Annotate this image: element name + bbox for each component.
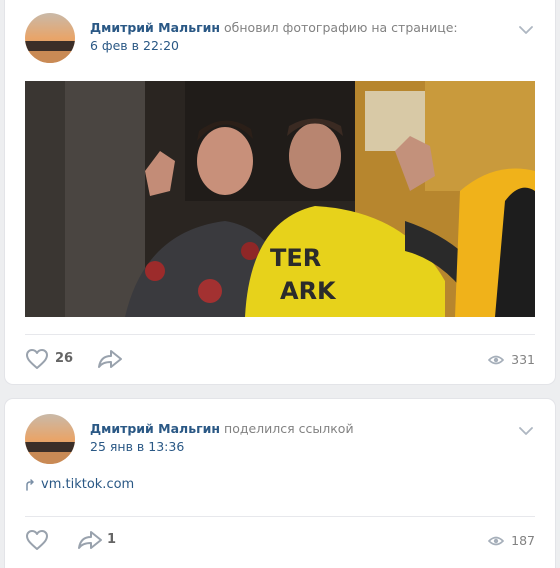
post-header: Дмитрий Мальгин поделился ссылкой [90, 421, 354, 437]
views-counter: 187 [488, 533, 535, 548]
svg-text:TER: TER [270, 244, 321, 272]
post-photo[interactable]: TER ARK [25, 81, 535, 317]
heart-icon[interactable] [25, 348, 49, 370]
link-arrow-icon [26, 478, 34, 491]
share-count[interactable]: 1 [107, 532, 116, 547]
post-date[interactable]: 25 янв в 13:36 [90, 439, 184, 455]
post-footer: 26 331 [25, 344, 535, 374]
author-name[interactable]: Дмитрий Мальгин [90, 20, 220, 35]
post-card: Дмитрий Мальгин поделился ссылкой 25 янв… [5, 399, 555, 568]
chevron-down-icon[interactable] [519, 426, 533, 436]
author-name[interactable]: Дмитрий Мальгин [90, 421, 220, 436]
share-arrow-icon[interactable] [77, 530, 103, 550]
heart-icon[interactable] [25, 529, 49, 551]
views-counter: 331 [488, 352, 535, 367]
avatar[interactable] [25, 13, 75, 63]
post-header: Дмитрий Мальгин обновил фотографию на ст… [90, 20, 458, 36]
eye-icon [488, 355, 505, 364]
chevron-down-icon[interactable] [519, 25, 533, 35]
divider [25, 334, 535, 335]
eye-icon [488, 536, 505, 545]
divider [25, 516, 535, 517]
views-count: 331 [511, 352, 535, 367]
post-footer: 1 187 [25, 525, 535, 555]
avatar[interactable] [25, 414, 75, 464]
svg-text:ARK: ARK [280, 277, 337, 305]
post-date[interactable]: 6 фев в 22:20 [90, 38, 179, 54]
link-text[interactable]: vm.tiktok.com [41, 477, 134, 492]
shared-link[interactable]: vm.tiktok.com [25, 477, 134, 492]
like-count[interactable]: 26 [55, 351, 73, 366]
post-card: Дмитрий Мальгин обновил фотографию на ст… [5, 0, 555, 384]
post-action: обновил фотографию на странице: [224, 20, 458, 35]
share-arrow-icon[interactable] [97, 349, 123, 369]
views-count: 187 [511, 533, 535, 548]
post-action: поделился ссылкой [224, 421, 354, 436]
